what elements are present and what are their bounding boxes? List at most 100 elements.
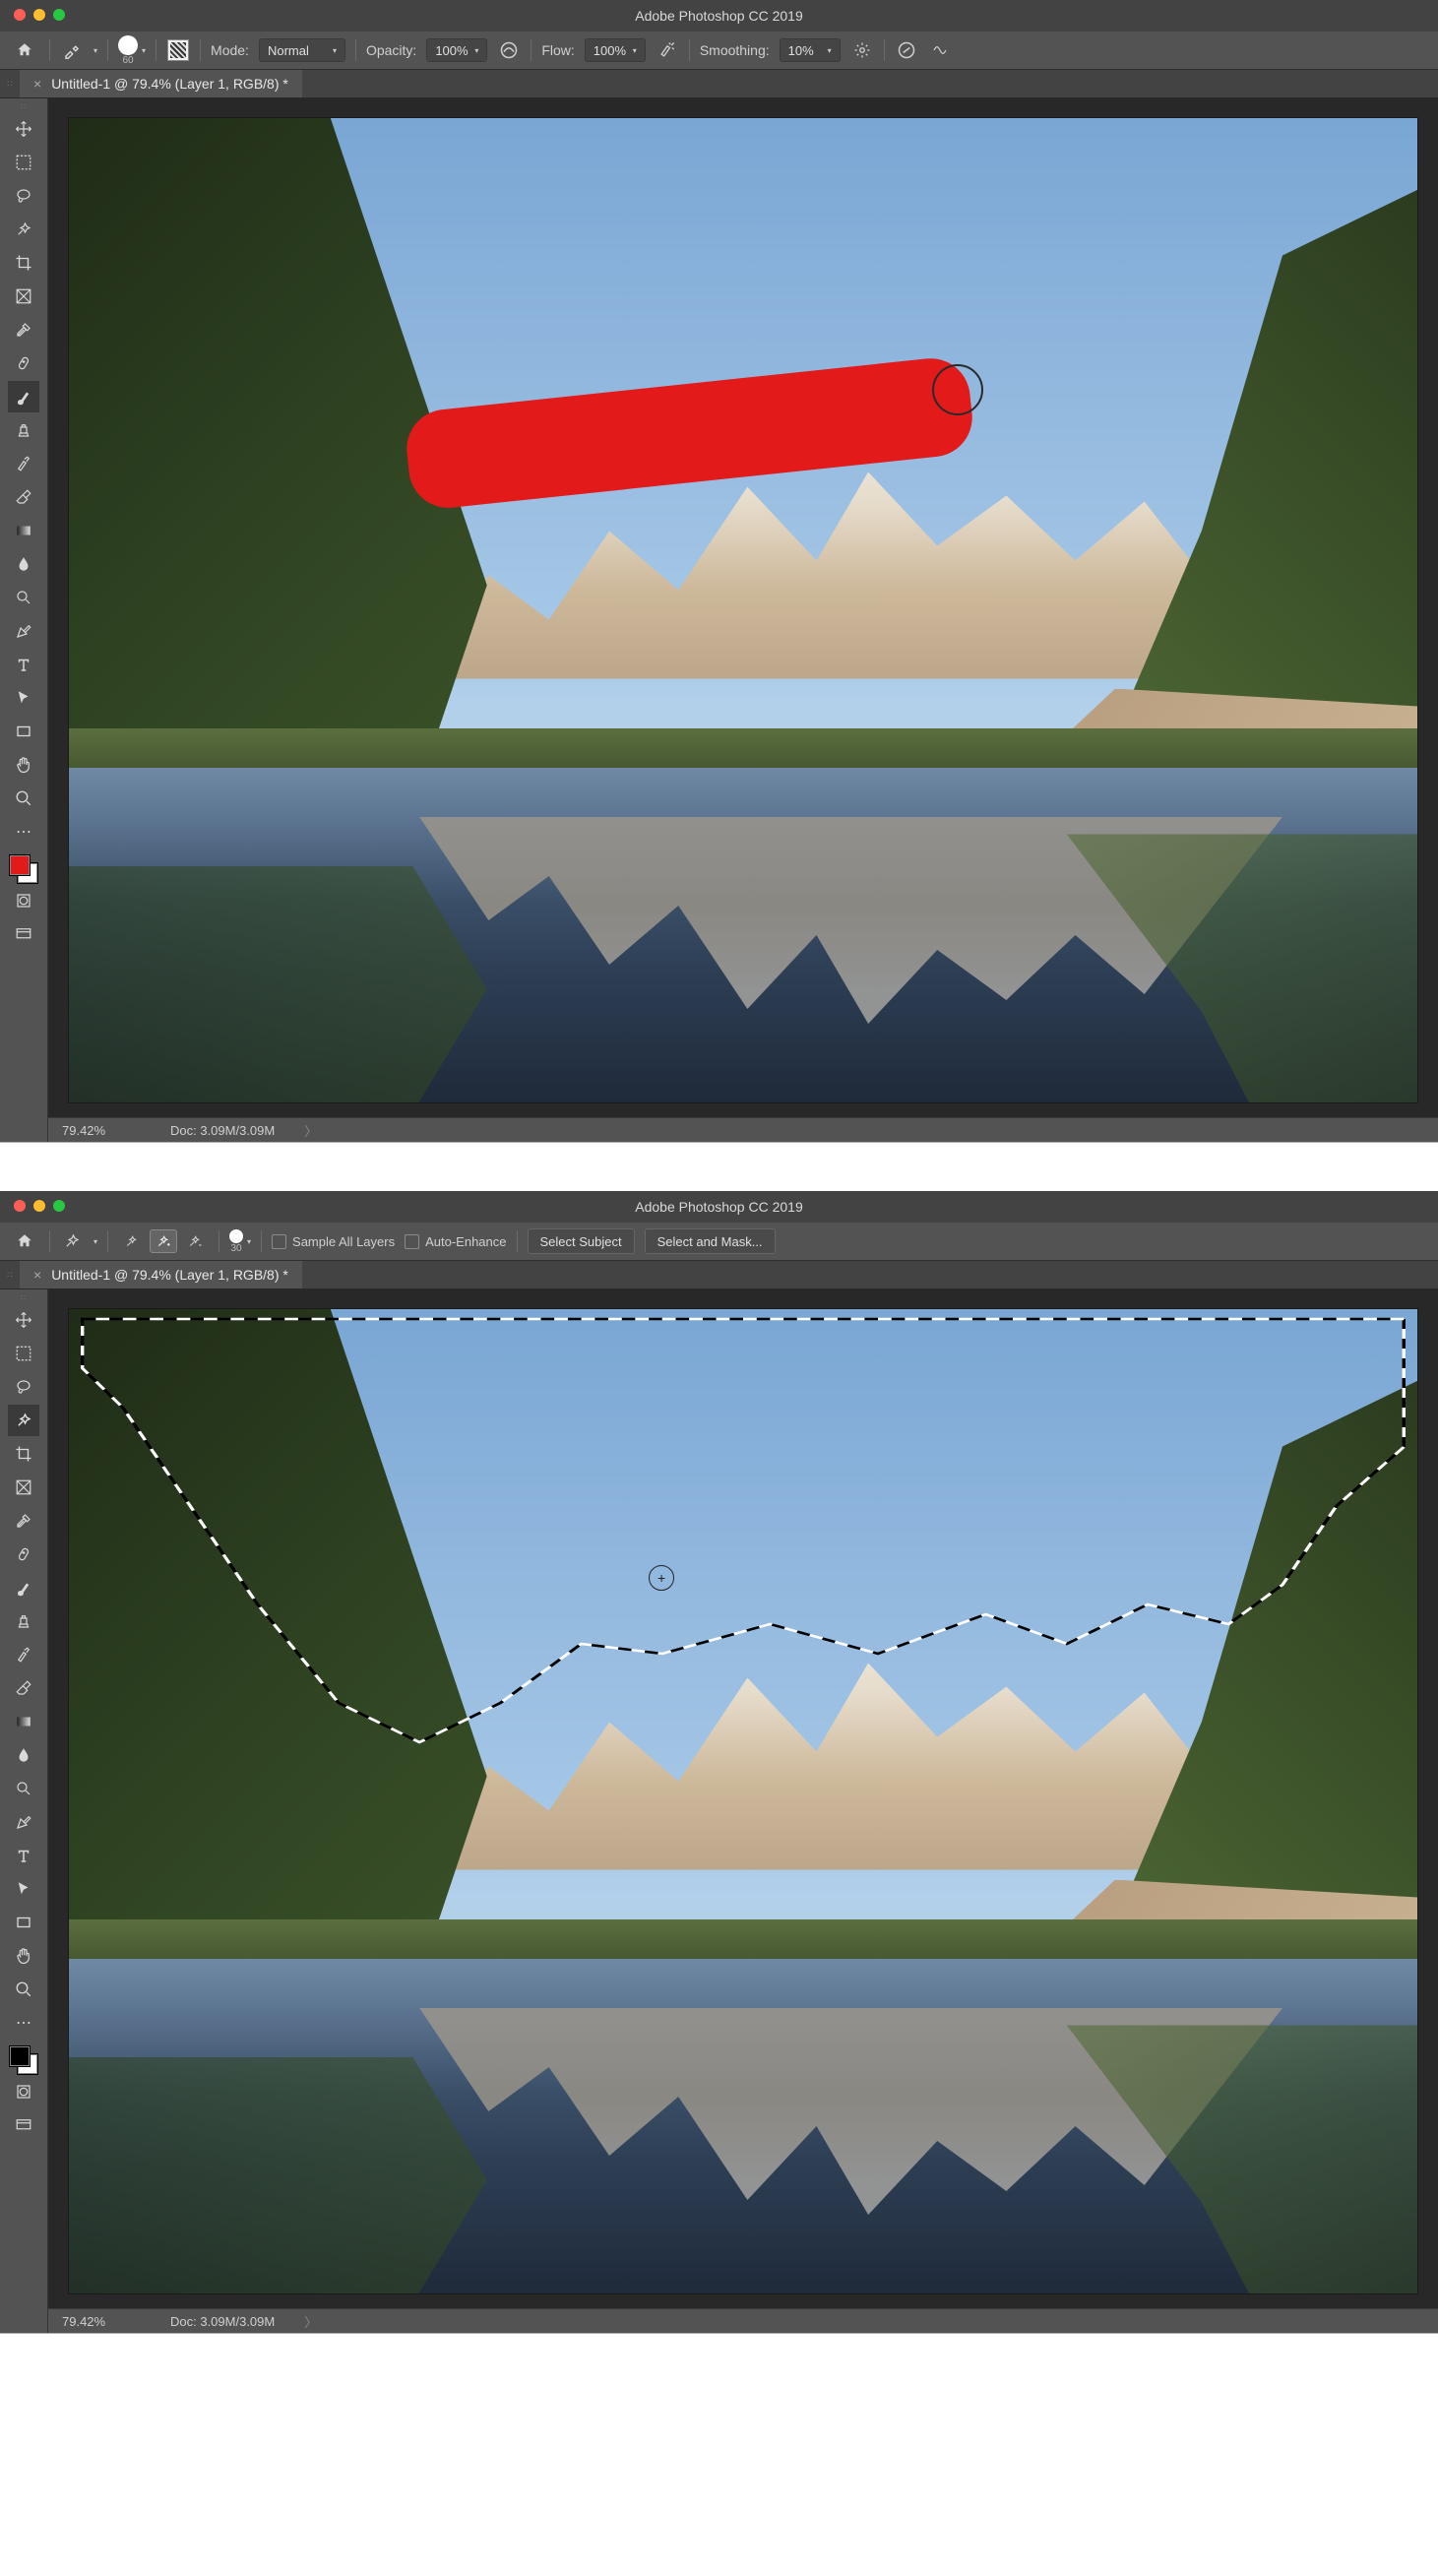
crop-tool[interactable] xyxy=(8,1438,39,1470)
screen-mode-button[interactable] xyxy=(8,2109,39,2141)
auto-enhance-checkbox[interactable]: Auto-Enhance xyxy=(405,1234,506,1249)
eyedropper-tool[interactable] xyxy=(8,1505,39,1537)
home-button[interactable] xyxy=(10,1227,39,1255)
color-swatches[interactable] xyxy=(9,854,38,884)
select-and-mask-button[interactable]: Select and Mask... xyxy=(645,1228,776,1254)
dodge-tool[interactable] xyxy=(8,1773,39,1804)
zoom-window-button[interactable] xyxy=(53,1200,65,1212)
symmetry-button[interactable] xyxy=(928,38,952,62)
eraser-tool[interactable] xyxy=(8,481,39,513)
size-pressure-button[interactable] xyxy=(895,38,918,62)
blur-tool[interactable] xyxy=(8,548,39,580)
foreground-color-swatch[interactable] xyxy=(9,2045,31,2067)
close-window-button[interactable] xyxy=(14,1200,26,1212)
blend-mode-dropdown[interactable]: Normal ▾ xyxy=(259,38,345,62)
zoom-tool[interactable] xyxy=(8,783,39,814)
move-tool[interactable] xyxy=(8,1304,39,1336)
close-tab-icon[interactable]: × xyxy=(33,76,41,92)
canvas-viewport[interactable]: + xyxy=(48,1289,1438,2308)
path-selection-tool[interactable] xyxy=(8,1873,39,1905)
marquee-tool[interactable] xyxy=(8,147,39,178)
history-brush-tool[interactable] xyxy=(8,448,39,479)
chevron-down-icon[interactable]: ▾ xyxy=(142,46,146,55)
eyedropper-tool[interactable] xyxy=(8,314,39,346)
smoothing-options-button[interactable] xyxy=(850,38,874,62)
close-window-button[interactable] xyxy=(14,9,26,21)
crop-tool[interactable] xyxy=(8,247,39,279)
lasso-tool[interactable] xyxy=(8,1371,39,1403)
quick-selection-tool[interactable] xyxy=(8,214,39,245)
document-canvas[interactable]: + xyxy=(68,1308,1418,2294)
opacity-pressure-button[interactable] xyxy=(497,38,521,62)
panel-grip[interactable]: ∷ xyxy=(21,1293,27,1303)
eraser-tool[interactable] xyxy=(8,1672,39,1704)
hand-tool[interactable] xyxy=(8,749,39,781)
dodge-tool[interactable] xyxy=(8,582,39,613)
gradient-tool[interactable] xyxy=(8,515,39,546)
airbrush-button[interactable] xyxy=(656,38,679,62)
add-to-selection-button[interactable] xyxy=(150,1229,177,1253)
type-tool[interactable] xyxy=(8,649,39,680)
tab-grip[interactable]: ∷ xyxy=(0,1261,20,1288)
document-tab[interactable]: × Untitled-1 @ 79.4% (Layer 1, RGB/8) * xyxy=(20,1261,302,1288)
frame-tool[interactable] xyxy=(8,1472,39,1503)
new-selection-button[interactable] xyxy=(118,1229,146,1253)
panel-grip[interactable]: ∷ xyxy=(21,102,27,112)
brush-preset-picker[interactable]: 60 ▾ xyxy=(118,35,146,66)
title-bar[interactable]: Adobe Photoshop CC 2019 xyxy=(0,0,1438,31)
smoothing-dropdown[interactable]: 10% ▾ xyxy=(780,38,841,62)
minimize-window-button[interactable] xyxy=(33,1200,45,1212)
healing-brush-tool[interactable] xyxy=(8,347,39,379)
opacity-dropdown[interactable]: 100% ▾ xyxy=(426,38,487,62)
zoom-level[interactable]: 79.42% xyxy=(62,2314,141,2329)
document-tab[interactable]: × Untitled-1 @ 79.4% (Layer 1, RGB/8) * xyxy=(20,70,302,97)
subtract-from-selection-button[interactable] xyxy=(181,1229,209,1253)
sample-all-layers-checkbox[interactable]: Sample All Layers xyxy=(272,1234,395,1249)
rectangle-tool[interactable] xyxy=(8,716,39,747)
lasso-tool[interactable] xyxy=(8,180,39,212)
rectangle-tool[interactable] xyxy=(8,1907,39,1938)
type-tool[interactable] xyxy=(8,1840,39,1871)
clone-stamp-tool[interactable] xyxy=(8,1605,39,1637)
tool-preset-picker[interactable] xyxy=(60,38,84,62)
status-menu-arrow-icon[interactable]: 〉 xyxy=(304,1121,317,1140)
chevron-down-icon[interactable]: ▾ xyxy=(94,46,97,55)
chevron-down-icon[interactable]: ▾ xyxy=(94,1237,97,1246)
history-brush-tool[interactable] xyxy=(8,1639,39,1670)
path-selection-tool[interactable] xyxy=(8,682,39,714)
move-tool[interactable] xyxy=(8,113,39,145)
healing-brush-tool[interactable] xyxy=(8,1539,39,1570)
quick-mask-button[interactable] xyxy=(8,885,39,916)
pen-tool[interactable] xyxy=(8,615,39,647)
canvas-viewport[interactable] xyxy=(48,98,1438,1117)
brush-settings-button[interactable] xyxy=(166,38,190,62)
zoom-window-button[interactable] xyxy=(53,9,65,21)
marquee-tool[interactable] xyxy=(8,1338,39,1369)
quick-selection-tool[interactable] xyxy=(8,1405,39,1436)
hand-tool[interactable] xyxy=(8,1940,39,1972)
quick-mask-button[interactable] xyxy=(8,2076,39,2107)
brush-tool[interactable] xyxy=(8,381,39,412)
gradient-tool[interactable] xyxy=(8,1706,39,1737)
title-bar[interactable]: Adobe Photoshop CC 2019 xyxy=(0,1191,1438,1223)
zoom-level[interactable]: 79.42% xyxy=(62,1123,141,1138)
flow-dropdown[interactable]: 100% ▾ xyxy=(585,38,646,62)
blur-tool[interactable] xyxy=(8,1739,39,1771)
home-button[interactable] xyxy=(10,36,39,64)
zoom-tool[interactable] xyxy=(8,1974,39,2005)
edit-toolbar-button[interactable]: ⋯ xyxy=(8,2007,39,2039)
brush-preset-picker[interactable]: 30 ▾ xyxy=(229,1229,251,1254)
document-info[interactable]: Doc: 3.09M/3.09M xyxy=(170,2314,275,2329)
status-menu-arrow-icon[interactable]: 〉 xyxy=(304,2312,317,2331)
select-subject-button[interactable]: Select Subject xyxy=(528,1228,635,1254)
document-info[interactable]: Doc: 3.09M/3.09M xyxy=(170,1123,275,1138)
pen-tool[interactable] xyxy=(8,1806,39,1838)
foreground-color-swatch[interactable] xyxy=(9,854,31,876)
minimize-window-button[interactable] xyxy=(33,9,45,21)
clone-stamp-tool[interactable] xyxy=(8,414,39,446)
edit-toolbar-button[interactable]: ⋯ xyxy=(8,816,39,848)
close-tab-icon[interactable]: × xyxy=(33,1267,41,1283)
chevron-down-icon[interactable]: ▾ xyxy=(247,1237,251,1246)
brush-tool[interactable] xyxy=(8,1572,39,1603)
tool-preset-picker[interactable] xyxy=(60,1229,84,1253)
